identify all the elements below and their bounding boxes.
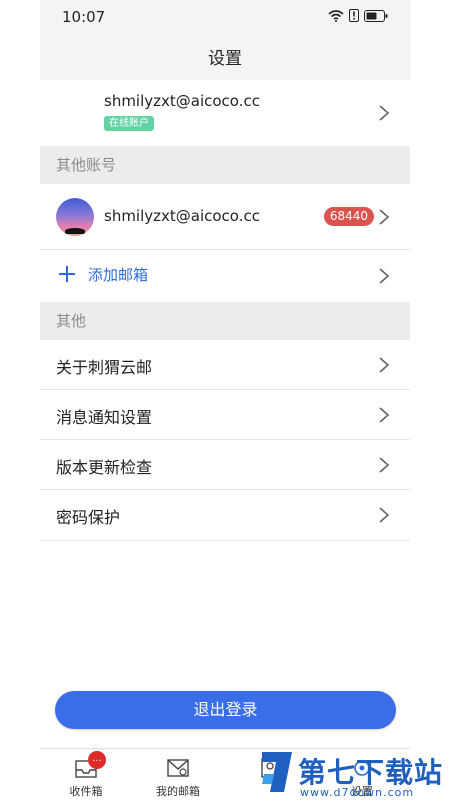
menu-item-notification-settings[interactable]: 消息通知设置: [40, 390, 410, 440]
status-icons: [328, 9, 388, 22]
plus-icon: [59, 266, 75, 282]
menu-item-label: 消息通知设置: [56, 408, 153, 427]
mailbox-icon: [167, 759, 189, 777]
section-header-other-accounts: 其他账号: [40, 146, 410, 184]
avatar: [56, 198, 94, 236]
menu-item-update-check[interactable]: 版本更新检查: [40, 440, 410, 490]
chevron-right-icon: [379, 209, 390, 225]
phone-screen: 10:07 设置 shmilyzxt@aicoco.cc 在线账户 其他账号 s…: [40, 0, 410, 801]
menu-item-label: 密码保护: [56, 508, 121, 527]
chevron-right-icon: [379, 105, 390, 121]
site-watermark: 第七下载站 www.d7down.com: [258, 748, 450, 800]
chevron-right-icon: [379, 457, 390, 473]
tab-label: 收件箱: [69, 785, 103, 798]
section-header-other: 其他: [40, 302, 410, 340]
menu-item-about[interactable]: 关于刺猬云邮: [40, 340, 410, 390]
current-account-row[interactable]: shmilyzxt@aicoco.cc 在线账户: [40, 80, 410, 146]
logout-button[interactable]: 退出登录: [55, 691, 396, 729]
other-account-row[interactable]: shmilyzxt@aicoco.cc 68440: [40, 184, 410, 250]
wifi-icon: [328, 9, 344, 22]
chevron-right-icon: [379, 268, 390, 284]
online-account-badge: 在线账户: [104, 116, 154, 131]
watermark-text: 第七下载站: [298, 756, 444, 789]
menu-item-label: 版本更新检查: [56, 458, 153, 477]
other-account-email: shmilyzxt@aicoco.cc: [104, 207, 260, 225]
status-time: 10:07: [62, 8, 106, 26]
tab-my-mailbox[interactable]: 我的邮箱: [132, 749, 224, 801]
unread-count-badge: 68440: [323, 207, 374, 226]
watermark-logo-icon: [262, 752, 292, 792]
menu-item-password-protection[interactable]: 密码保护: [40, 490, 410, 541]
chevron-right-icon: [379, 357, 390, 373]
page-title: 设置: [208, 49, 242, 69]
current-account-email: shmilyzxt@aicoco.cc: [104, 92, 260, 110]
tab-inbox[interactable]: ... 收件箱: [40, 749, 132, 801]
chevron-right-icon: [379, 407, 390, 423]
battery-icon: [364, 9, 388, 22]
add-mailbox-row[interactable]: 添加邮箱: [40, 250, 410, 302]
top-bar: 10:07 设置: [40, 0, 410, 80]
watermark-url: www.d7down.com: [300, 786, 415, 799]
inbox-badge: ...: [88, 751, 106, 769]
menu-item-label: 关于刺猬云邮: [56, 358, 153, 377]
chevron-right-icon: [379, 507, 390, 523]
alert-icon: [349, 9, 359, 22]
tab-label: 我的邮箱: [156, 785, 200, 798]
add-mailbox-label: 添加邮箱: [88, 266, 149, 284]
